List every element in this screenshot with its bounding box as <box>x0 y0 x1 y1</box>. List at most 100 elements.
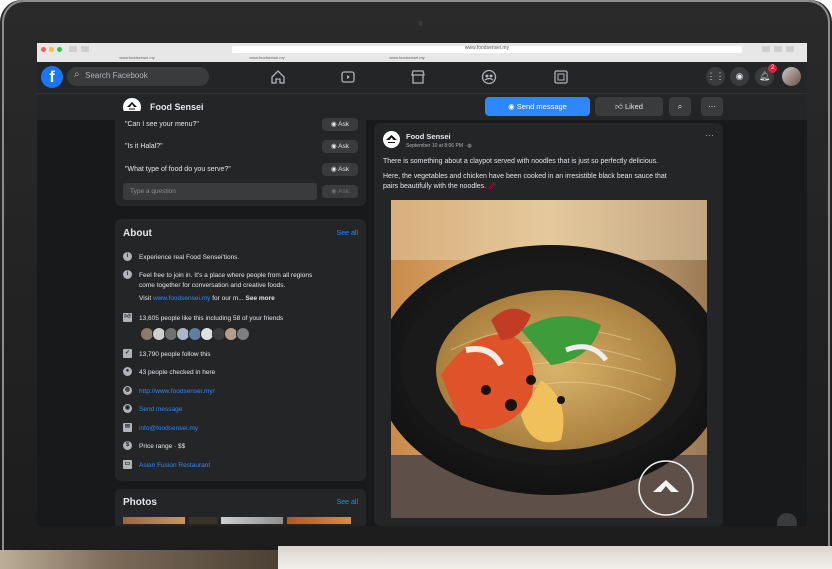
ask-label: Ask <box>338 121 349 128</box>
friend-avatars <box>140 327 260 341</box>
photo-thumbnail[interactable] <box>189 517 217 524</box>
info-icon: i <box>123 252 132 261</box>
menu-grid-icon[interactable]: ⋮⋮ <box>706 67 725 86</box>
search-input[interactable]: ⌕ Search Facebook <box>67 67 209 86</box>
question-input[interactable]: Type a question <box>123 183 317 200</box>
info-icon: i <box>123 270 132 279</box>
ask-label: Ask <box>338 143 349 150</box>
minimize-dot[interactable] <box>49 47 54 52</box>
envelope-icon: ✉ <box>123 423 132 432</box>
facebook-logo[interactable]: f <box>41 66 63 88</box>
browser-toolbar: www.foodsensei.my www.foodsensei.my www.… <box>37 43 807 62</box>
photo-thumbnail[interactable] <box>287 517 351 524</box>
messenger-icon: ◉ <box>123 404 132 413</box>
question-placeholder: Type a question <box>130 188 176 195</box>
page-search-button[interactable]: ⌕ <box>669 97 691 116</box>
photo-thumbnail[interactable] <box>123 517 185 524</box>
marketplace-icon[interactable] <box>410 69 426 85</box>
post-text-line1: There is something about a claypot serve… <box>383 158 659 165</box>
category-link[interactable]: Asian Fusion Restaurant <box>139 461 210 470</box>
thumbs-up-icon: 👍︎ <box>123 313 132 322</box>
browser-tab[interactable]: www.foodsensei.my <box>207 55 327 60</box>
price-tag-icon: $ <box>123 441 132 450</box>
about-description-line1: Feel free to join in. It's a place where… <box>139 272 313 279</box>
question-text: "Is it Halal?" <box>125 143 163 150</box>
thumbs-up-icon: 👍︎ <box>615 102 625 111</box>
post-card: Food Sensei September 10 at 8:06 PM · ◍ … <box>374 123 723 526</box>
ask-button[interactable]: ◉ Ask <box>322 163 358 176</box>
photos-card: Photos See all <box>115 489 366 526</box>
search-placeholder: Search Facebook <box>85 71 148 80</box>
send-message-button[interactable]: ◉ Send message <box>485 97 590 116</box>
liked-button[interactable]: 👍︎ Liked <box>595 97 663 116</box>
ask-input-button[interactable]: ◉ Ask <box>322 185 358 198</box>
desk-surface <box>278 546 832 569</box>
groups-icon[interactable] <box>481 69 497 85</box>
url-text: www.foodsensei.my <box>464 45 510 51</box>
share-icon[interactable] <box>762 46 770 52</box>
watch-icon[interactable] <box>340 69 356 85</box>
post-author-name[interactable]: Food Sensei <box>406 132 451 141</box>
globe-icon: ◍ <box>123 386 132 395</box>
ask-label: Ask <box>338 166 349 173</box>
about-visit-line: Visit www.foodsensei.my for our m... See… <box>139 294 275 303</box>
avatar[interactable] <box>236 327 250 341</box>
ask-button[interactable]: ◉ Ask <box>322 118 358 131</box>
new-message-icon[interactable] <box>777 513 797 526</box>
browser-tab[interactable]: www.foodsensei.my <box>77 55 197 60</box>
search-icon: ⌕ <box>74 69 80 80</box>
page-more-button[interactable]: ··· <box>701 97 723 116</box>
gaming-icon[interactable] <box>553 69 569 85</box>
price-range-text: Price range · $$ <box>139 443 186 450</box>
address-bar[interactable]: www.foodsensei.my <box>232 45 742 53</box>
about-title: About <box>123 228 152 239</box>
browser-tab[interactable]: www.foodsensei.my <box>347 55 467 60</box>
post-text-line2: Here, the vegetables and chicken have be… <box>383 173 667 180</box>
checkins-text: 43 people checked in here <box>139 369 216 376</box>
post-date-text: September 10 at 8:06 PM · <box>406 143 468 149</box>
about-see-all-link[interactable]: See all <box>337 230 358 237</box>
about-card: About See all i Experience real Food Sens… <box>115 219 366 481</box>
visit-link[interactable]: www.foodsensei.my <box>153 295 210 302</box>
category-icon: ▭ <box>123 460 132 469</box>
about-tagline: Experience real Food Sensei'tions. <box>139 254 240 261</box>
ask-questions-card: "Can I see your menu?" ◉ Ask "Is it Hala… <box>115 111 366 206</box>
photos-see-all-link[interactable]: See all <box>337 499 358 506</box>
post-timestamp[interactable]: September 10 at 8:06 PM · ◍ <box>406 143 472 149</box>
visit-prefix: Visit <box>139 295 152 302</box>
question-text: "What type of food do you serve?" <box>125 166 231 173</box>
visit-suffix: for our m... <box>212 295 244 302</box>
globe-icon: ◍ <box>467 143 472 149</box>
sidebar-icon[interactable] <box>81 46 89 52</box>
back-icon[interactable] <box>69 46 77 52</box>
new-tab-icon[interactable] <box>786 46 794 52</box>
notifications-icon[interactable]: 🔔︎ 2 <box>755 64 777 86</box>
post-author-avatar[interactable] <box>383 131 400 148</box>
messenger-icon[interactable]: ◉ <box>730 67 749 86</box>
see-more-link[interactable]: See more <box>246 295 275 302</box>
email-link[interactable]: info@foodsensei.my <box>139 424 198 433</box>
send-message-link[interactable]: Send message <box>139 405 182 414</box>
location-pin-icon: ● <box>123 367 132 376</box>
photos-title: Photos <box>123 497 157 508</box>
about-description-line2: come together for conversation and creat… <box>139 282 286 289</box>
account-avatar[interactable] <box>782 67 801 86</box>
website-link[interactable]: http://www.foodsensei.my/ <box>139 387 215 396</box>
ask-label: Ask <box>338 188 349 195</box>
follows-text: 13,790 people follow this <box>139 351 211 358</box>
tabs-icon[interactable] <box>774 46 782 52</box>
ask-button[interactable]: ◉ Ask <box>322 140 358 153</box>
close-dot[interactable] <box>41 47 46 52</box>
photo-thumbnail[interactable] <box>221 517 283 524</box>
messenger-icon: ◉ <box>508 102 517 111</box>
maximize-dot[interactable] <box>57 47 62 52</box>
likes-text: 13,605 people like this including 58 of … <box>139 315 284 322</box>
home-icon[interactable] <box>270 69 286 85</box>
follow-icon: ✓ <box>123 349 132 358</box>
post-more-button[interactable]: ··· <box>705 130 714 140</box>
post-text-line3: pairs beautifully with the noodles. 🥢 <box>383 183 497 190</box>
liked-label: Liked <box>624 102 643 111</box>
desk-object <box>0 550 278 569</box>
search-icon: ⌕ <box>677 102 683 111</box>
post-photo[interactable] <box>391 200 707 518</box>
